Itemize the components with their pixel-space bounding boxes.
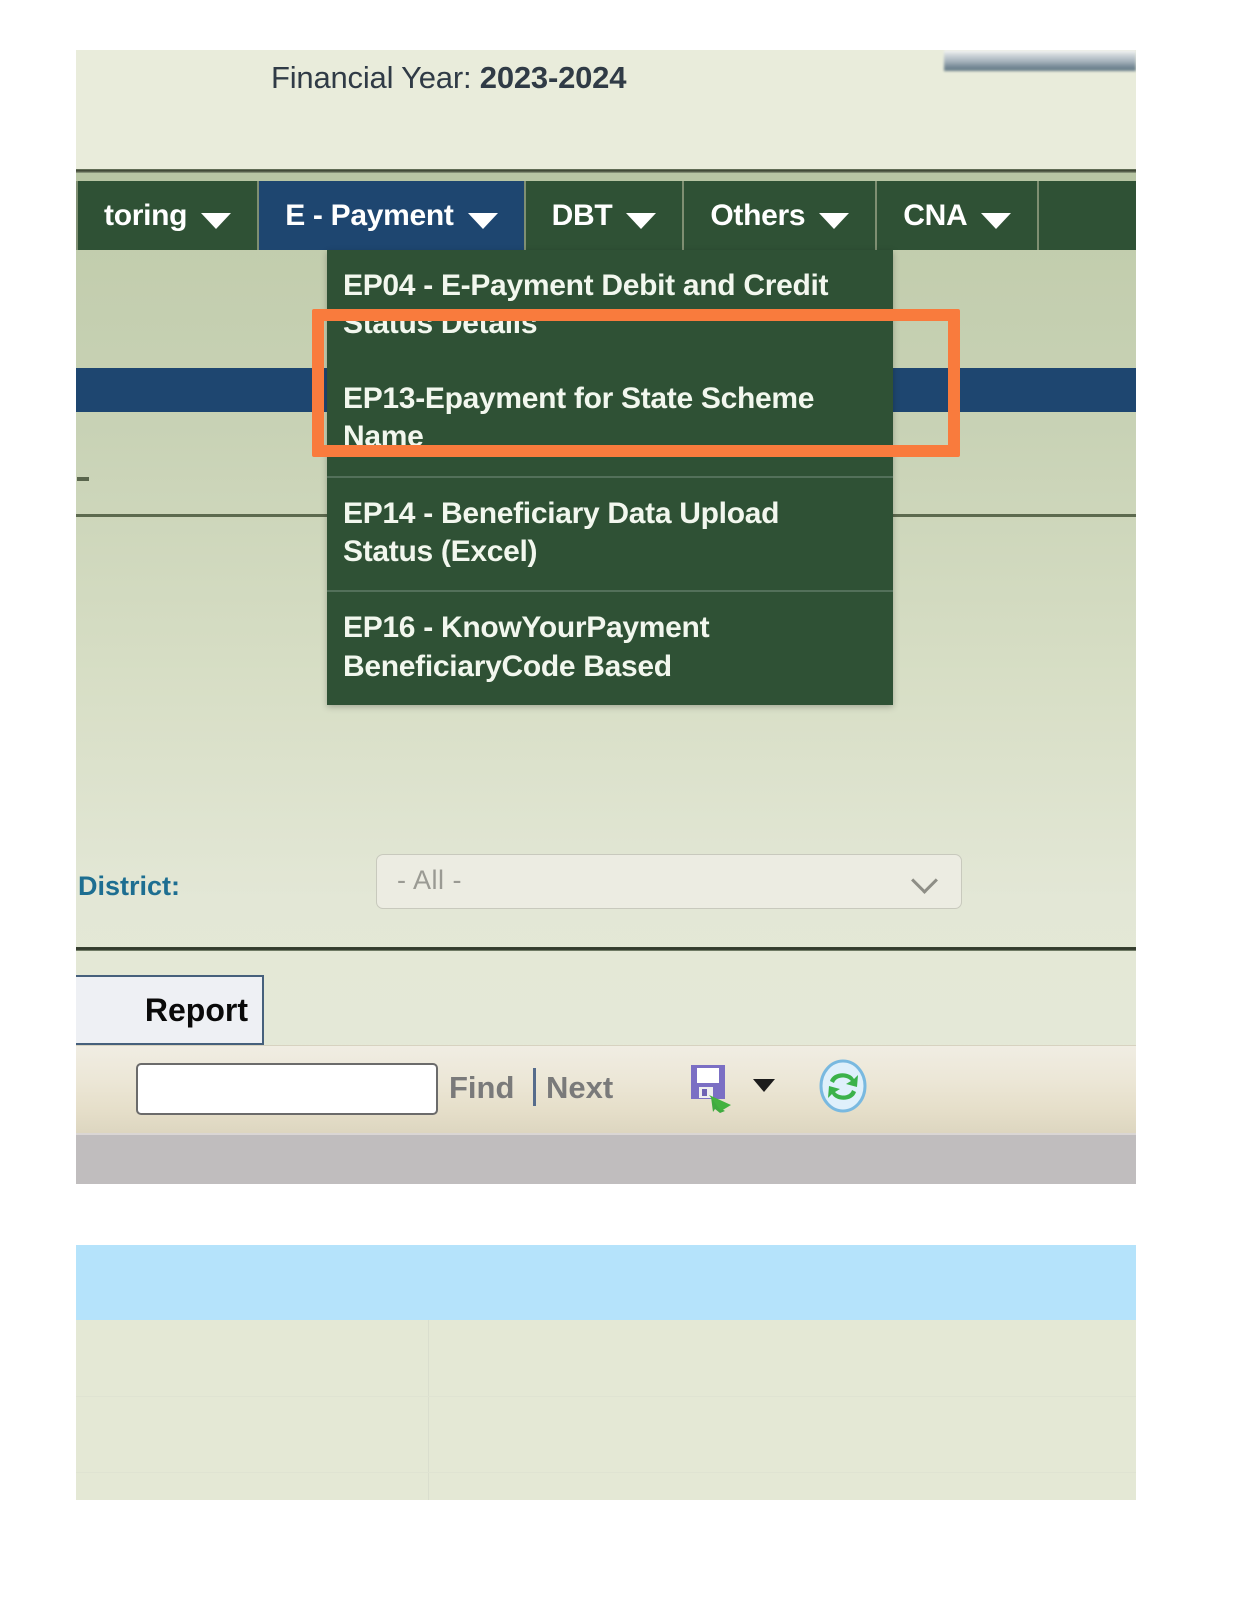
nav-item-label: DBT: [551, 198, 613, 232]
menu-item-ep04[interactable]: EP04 - E-Payment Debit and Credit Status…: [327, 250, 893, 363]
table-header-row: [76, 1245, 1136, 1320]
nav-item-label: E - Payment: [285, 198, 454, 232]
find-input[interactable]: [136, 1063, 438, 1115]
nav-item-others[interactable]: Others: [684, 181, 878, 250]
filter-divider: [76, 947, 1136, 951]
main-navigation-bar: toring E - Payment DBT Others CNA: [76, 181, 1136, 250]
nav-item-dbt[interactable]: DBT: [526, 181, 685, 250]
chevron-down-icon[interactable]: [753, 1079, 775, 1092]
page-title-bar: Financial Year: 2023-2024: [76, 50, 1136, 171]
export-save-icon[interactable]: [687, 1061, 739, 1113]
e-payment-dropdown-menu: EP04 - E-Payment Debit and Credit Status…: [327, 250, 893, 706]
top-right-cutoff-widget: [944, 50, 1136, 71]
next-button[interactable]: Next: [546, 1070, 613, 1106]
chevron-down-icon: [626, 212, 657, 229]
report-filter-row: District: - All -: [76, 834, 1136, 944]
browser-page-viewport: Financial Year: 2023-2024 toring E - Pay…: [76, 50, 1136, 1184]
nav-top-strip: [76, 173, 1136, 181]
district-select[interactable]: - All -: [376, 854, 962, 909]
screenshot-root: Financial Year: 2023-2024 toring E - Pay…: [0, 0, 1236, 1600]
view-report-button[interactable]: Report: [76, 975, 264, 1045]
nav-item-label: CNA: [903, 198, 968, 232]
financial-year-label: Financial Year:: [271, 60, 472, 95]
chevron-down-icon: [915, 871, 941, 887]
view-report-label: Report: [144, 991, 248, 1028]
report-viewer-toolbar: Find Next: [76, 1045, 1136, 1133]
menu-item-ep14[interactable]: EP14 - Beneficiary Data Upload Status (E…: [327, 478, 893, 593]
refresh-icon[interactable]: [816, 1059, 870, 1113]
financial-year-title: Financial Year: 2023-2024: [271, 60, 626, 96]
table-body: [76, 1320, 1136, 1500]
table-column-divider: [428, 1320, 429, 1500]
lower-table-block: [76, 1245, 1136, 1500]
chevron-down-icon: [981, 212, 1012, 229]
nav-item-monitoring[interactable]: toring: [76, 181, 260, 250]
chevron-down-icon: [201, 212, 232, 229]
find-button[interactable]: Find: [449, 1070, 514, 1106]
nav-item-label: toring: [104, 198, 188, 232]
menu-item-ep13[interactable]: EP13-Epayment for State Scheme Name: [327, 363, 893, 478]
chevron-down-icon: [819, 212, 850, 229]
district-selected-value: - All -: [397, 865, 463, 895]
chevron-down-icon: [467, 212, 498, 229]
menu-item-ep16[interactable]: EP16 - KnowYourPayment BeneficiaryCode B…: [327, 592, 893, 705]
toolbar-separator: [533, 1068, 536, 1106]
financial-year-value: 2023-2024: [479, 60, 627, 95]
report-empty-band: [76, 1133, 1136, 1184]
content-dash-marker: [77, 477, 89, 481]
nav-item-cna[interactable]: CNA: [877, 181, 1040, 250]
nav-item-label: Others: [710, 198, 806, 232]
nav-item-e-payment[interactable]: E - Payment: [259, 181, 526, 250]
table-row-divider: [76, 1472, 1136, 1473]
district-label: District:: [78, 871, 181, 901]
table-row-divider: [76, 1396, 1136, 1397]
